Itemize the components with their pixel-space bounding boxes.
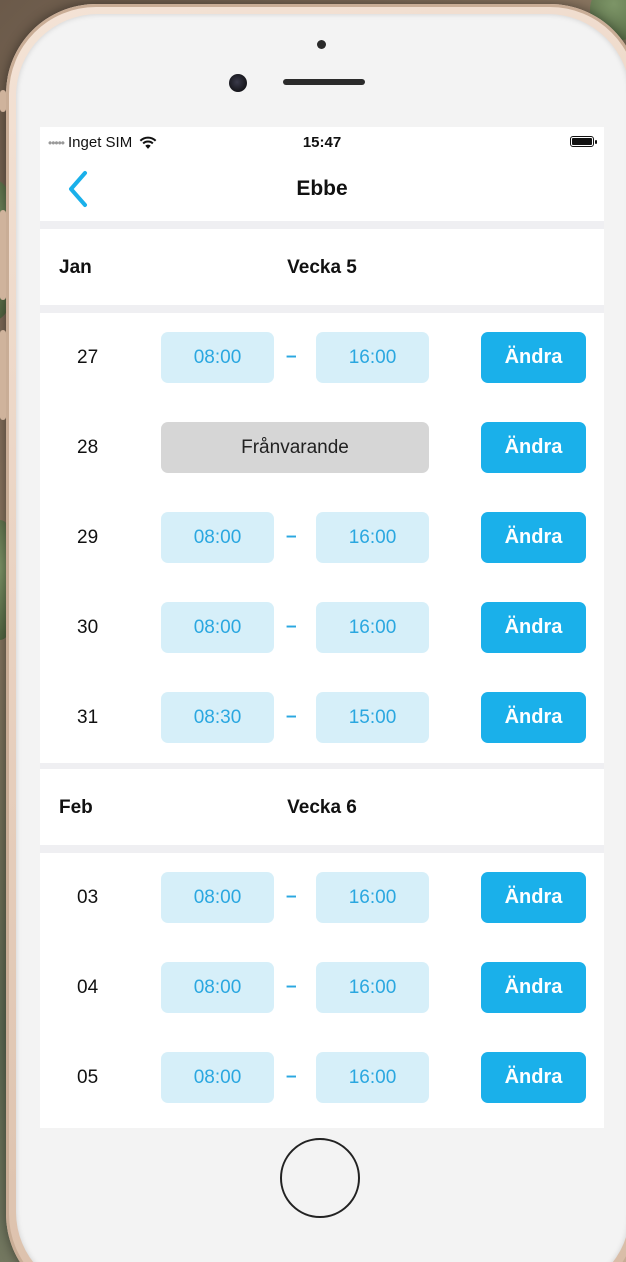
day-number: 31 [77, 707, 99, 728]
change-button[interactable]: Ändra [481, 692, 586, 743]
week-header: Jan Vecka 5 [40, 229, 604, 305]
day-row: 31 08:30 – 15:00 Ändra [40, 673, 604, 763]
end-time-field[interactable]: 15:00 [316, 692, 429, 743]
time-separator: – [286, 1066, 297, 1087]
status-bar: ••••• Inget SIM 15:47 [40, 127, 604, 159]
time-separator: – [286, 616, 297, 637]
start-time-field[interactable]: 08:00 [161, 1052, 274, 1103]
change-button[interactable]: Ändra [481, 332, 586, 383]
day-row: 30 08:00 – 16:00 Ändra [40, 583, 604, 673]
start-time-field[interactable]: 08:00 [161, 512, 274, 563]
start-time-field[interactable]: 08:00 [161, 962, 274, 1013]
mute-switch [0, 90, 6, 112]
start-time-field[interactable]: 08:30 [161, 692, 274, 743]
earpiece-speaker [283, 79, 365, 85]
battery-icon [570, 136, 597, 147]
page-title: Ebbe [296, 177, 348, 200]
day-number: 29 [77, 527, 99, 548]
day-row: 27 08:00 – 16:00 Ändra [40, 313, 604, 403]
time-separator: – [286, 706, 297, 727]
absent-status: Frånvarande [161, 422, 429, 473]
change-button[interactable]: Ändra [481, 512, 586, 563]
day-number: 04 [77, 977, 99, 998]
end-time-field[interactable]: 16:00 [316, 962, 429, 1013]
app-screen: ••••• Inget SIM 15:47 Ebbe Jan Vecka 5 2… [40, 127, 604, 1128]
change-button[interactable]: Ändra [481, 962, 586, 1013]
volume-up-button [0, 210, 6, 300]
change-button[interactable]: Ändra [481, 872, 586, 923]
day-row: 29 08:00 – 16:00 Ändra [40, 493, 604, 583]
change-button[interactable]: Ändra [481, 602, 586, 653]
home-button[interactable] [280, 1138, 360, 1218]
proximity-sensor [317, 40, 326, 49]
day-number: 05 [77, 1067, 99, 1088]
end-time-field[interactable]: 16:00 [316, 512, 429, 563]
status-time: 15:47 [302, 134, 342, 151]
day-list: 27 08:00 – 16:00 Ändra 28 Frånvarande Än… [40, 313, 604, 763]
day-row: 03 08:00 – 16:00 Ändra [40, 853, 604, 943]
day-row: 05 08:00 – 16:00 Ändra [40, 1033, 604, 1123]
week-header: Feb Vecka 6 [40, 769, 604, 845]
day-list: 03 08:00 – 16:00 Ändra 04 08:00 – 16:00 … [40, 853, 604, 1128]
volume-down-button [0, 330, 6, 420]
time-separator: – [286, 526, 297, 547]
end-time-field[interactable]: 16:00 [316, 872, 429, 923]
day-number: 03 [77, 887, 99, 908]
change-button[interactable]: Ändra [481, 1052, 586, 1103]
end-time-field[interactable]: 16:00 [316, 332, 429, 383]
time-separator: – [286, 976, 297, 997]
start-time-field[interactable]: 08:00 [161, 332, 274, 383]
end-time-field[interactable]: 16:00 [316, 1052, 429, 1103]
end-time-field[interactable]: 16:00 [316, 602, 429, 653]
navigation-bar: Ebbe [40, 159, 604, 221]
time-separator: – [286, 346, 297, 367]
start-time-field[interactable]: 08:00 [161, 602, 274, 653]
change-button[interactable]: Ändra [481, 422, 586, 473]
time-separator: – [286, 886, 297, 907]
day-row: 04 08:00 – 16:00 Ändra [40, 943, 604, 1033]
start-time-field[interactable]: 08:00 [161, 872, 274, 923]
day-number: 27 [77, 347, 99, 368]
front-camera [229, 74, 247, 92]
day-row: 28 Frånvarande Ändra [40, 403, 604, 493]
day-number: 28 [77, 437, 99, 458]
week-label: Vecka 6 [287, 797, 357, 818]
day-number: 30 [77, 617, 99, 638]
week-label: Vecka 5 [287, 257, 357, 278]
